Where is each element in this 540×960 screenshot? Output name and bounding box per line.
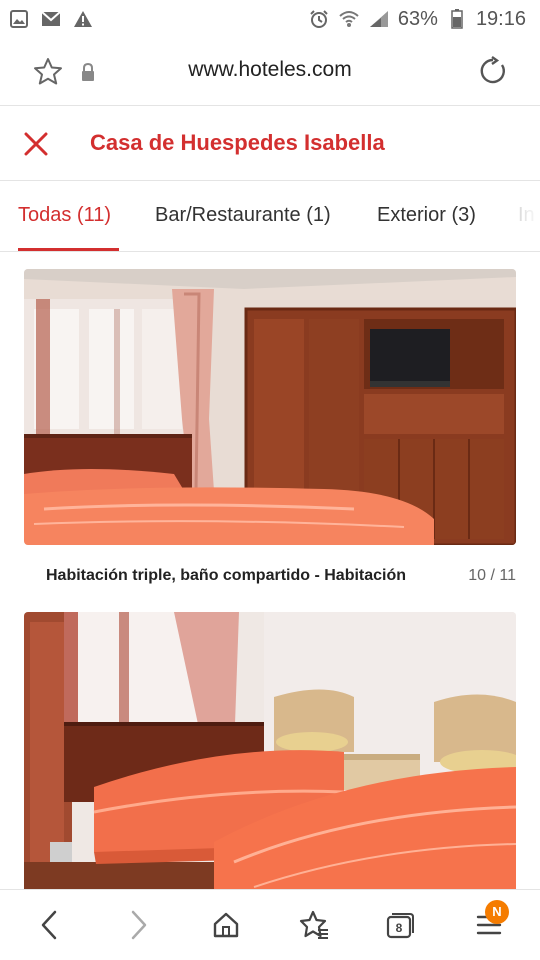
back-icon[interactable]: [32, 908, 66, 942]
image-icon: [8, 8, 30, 30]
close-icon[interactable]: [24, 132, 48, 156]
url-field[interactable]: www.hoteles.com: [0, 58, 540, 82]
battery-icon: [446, 8, 468, 30]
clock: 19:16: [475, 7, 526, 30]
forward-icon[interactable]: [122, 908, 156, 942]
reload-icon[interactable]: [478, 56, 508, 86]
mail-icon: [40, 8, 62, 30]
battery-percent: 63%: [397, 7, 438, 30]
photo-counter: 10 / 11: [468, 567, 516, 584]
gallery-header: Casa de Huespedes Isabella: [0, 107, 540, 181]
category-tabs: Todas (11) Bar/Restaurante (1) Exterior …: [0, 182, 540, 252]
signal-icon: [368, 8, 390, 30]
wifi-icon: [338, 8, 360, 30]
bookmarks-icon[interactable]: [297, 908, 331, 942]
active-tab-indicator: [18, 248, 119, 251]
tab-count: 8: [396, 921, 403, 935]
home-icon[interactable]: [209, 908, 243, 942]
status-right: 63% 19:16: [308, 8, 526, 31]
page-title: Casa de Huespedes Isabella: [90, 130, 385, 155]
browser-address-bar: www.hoteles.com: [0, 38, 540, 106]
photo-caption: Habitación triple, baño compartido - Hab…: [46, 567, 407, 584]
status-left-icons: [8, 8, 94, 30]
room-photo-1[interactable]: [24, 269, 516, 545]
room-photo-2[interactable]: [24, 612, 516, 889]
photo-gallery[interactable]: Habitación triple, baño compartido - Hab…: [0, 253, 540, 889]
tabs-icon[interactable]: 8: [383, 908, 417, 942]
tab-todas[interactable]: Todas (11): [18, 204, 111, 227]
status-bar: 63% 19:16: [0, 0, 540, 38]
browser-bottom-nav: 8 N: [0, 889, 540, 960]
tab-bar-restaurante[interactable]: Bar/Restaurante (1): [155, 204, 331, 227]
tab-exterior[interactable]: Exterior (3): [377, 204, 476, 227]
alarm-icon: [308, 8, 330, 30]
tabs-fade-overlay: [500, 182, 540, 251]
warning-icon: [72, 8, 94, 30]
notification-badge: N: [485, 900, 509, 924]
